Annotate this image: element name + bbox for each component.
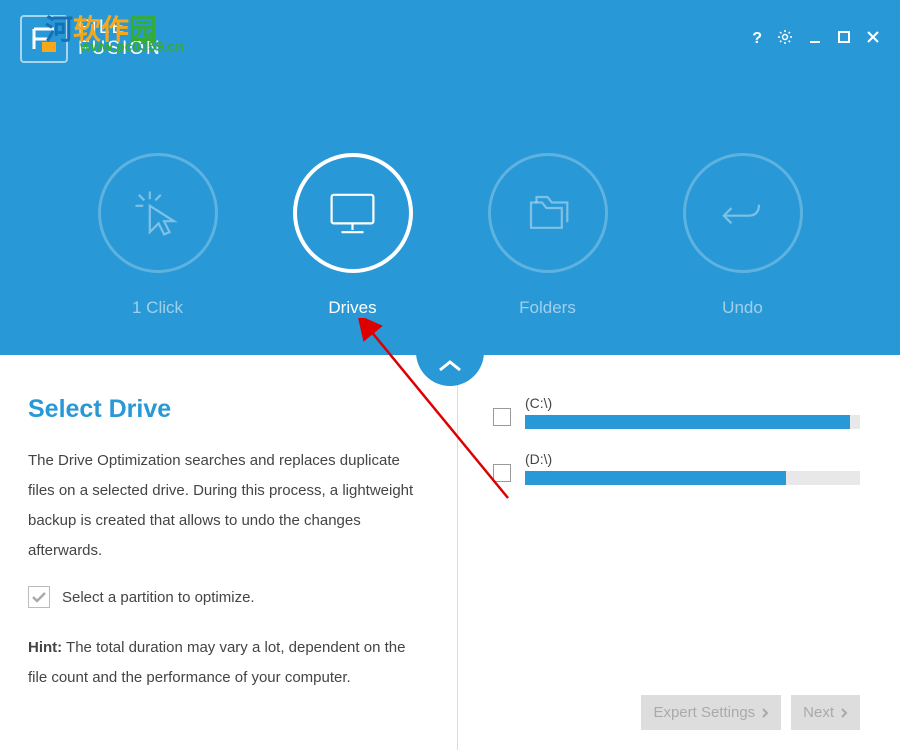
instruction-label: Select a partition to optimize. <box>62 589 255 606</box>
checkmark-icon <box>28 586 50 608</box>
drive-checkbox-c[interactable] <box>493 408 511 426</box>
drive-row-c: (C:\) <box>493 395 860 429</box>
drive-usage-bar <box>525 415 860 429</box>
step-label: Drives <box>293 298 413 318</box>
window-controls: ? <box>752 15 880 63</box>
step-undo[interactable]: Undo <box>683 153 803 318</box>
step-label: Folders <box>488 298 608 318</box>
monitor-icon <box>325 186 380 241</box>
step-label: 1 Click <box>98 298 218 318</box>
footer-buttons: Expert Settings Next <box>493 695 860 730</box>
minimize-button[interactable] <box>808 30 822 49</box>
drive-label: (C:\) <box>525 395 860 411</box>
cursor-click-icon <box>130 186 185 241</box>
drive-checkbox-d[interactable] <box>493 464 511 482</box>
chevron-right-icon <box>761 707 769 719</box>
chevron-up-icon <box>436 358 464 374</box>
drive-row-d: (D:\) <box>493 451 860 485</box>
step-1click[interactable]: 1 Click <box>98 153 218 318</box>
expert-settings-button[interactable]: Expert Settings <box>641 695 781 730</box>
step-label: Undo <box>683 298 803 318</box>
maximize-button[interactable] <box>837 30 851 49</box>
main-content: Select Drive The Drive Optimization sear… <box>0 355 900 750</box>
nav-steps: 1 Click Drives Folders Undo <box>0 153 900 318</box>
info-panel: Select Drive The Drive Optimization sear… <box>0 355 458 750</box>
instruction-row: Select a partition to optimize. <box>28 586 427 608</box>
drive-usage-bar <box>525 471 860 485</box>
panel-description: The Drive Optimization searches and repl… <box>28 446 427 566</box>
folders-icon <box>520 186 575 241</box>
chevron-right-icon <box>840 707 848 719</box>
step-drives[interactable]: Drives <box>293 153 413 318</box>
panel-title: Select Drive <box>28 395 427 424</box>
drives-panel: (C:\) (D:\) Expert Settings Next <box>458 355 900 750</box>
settings-button[interactable] <box>777 29 793 50</box>
help-button[interactable]: ? <box>752 30 762 48</box>
undo-icon <box>715 186 770 241</box>
close-button[interactable] <box>866 30 880 49</box>
step-folders[interactable]: Folders <box>488 153 608 318</box>
watermark-url: www.pc0359.cn <box>80 38 184 54</box>
next-button[interactable]: Next <box>791 695 860 730</box>
hint-text: Hint: The total duration may vary a lot,… <box>28 633 427 693</box>
drive-label: (D:\) <box>525 451 860 467</box>
